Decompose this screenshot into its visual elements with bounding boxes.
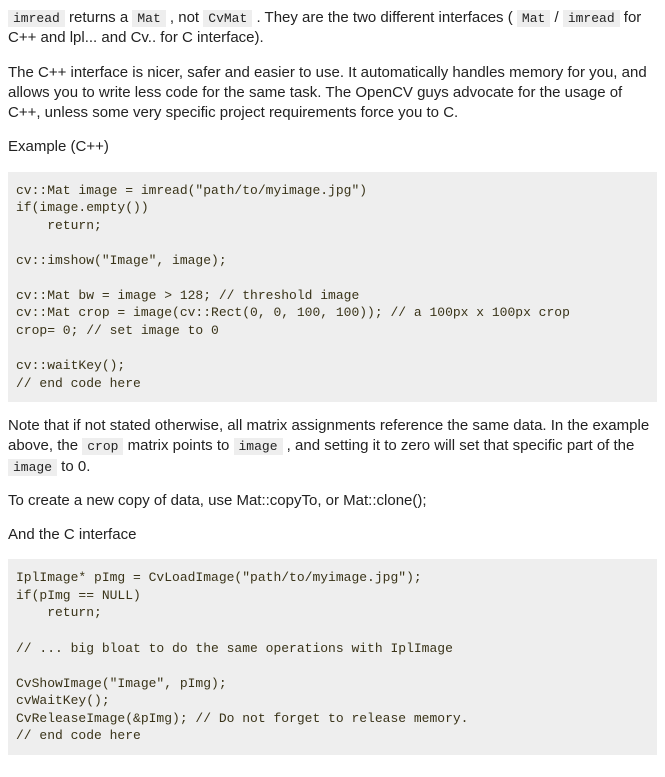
paragraph-example-cpp-label: Example (C++) <box>8 137 657 157</box>
code-block-cpp: cv::Mat image = imread("path/to/myimage.… <box>8 172 657 403</box>
code-inline-imread: imread <box>8 10 65 27</box>
text: , not <box>166 9 204 26</box>
text: matrix points to <box>123 437 233 454</box>
code-inline-cvmat: CvMat <box>203 10 252 27</box>
paragraph-copy: To create a new copy of data, use Mat::c… <box>8 491 657 511</box>
text: . They are the two different interfaces … <box>252 9 517 26</box>
code-inline-image: image <box>234 438 283 455</box>
code-inline-imread2: imread <box>563 10 620 27</box>
paragraph-note: Note that if not stated otherwise, all m… <box>8 416 657 477</box>
code-inline-mat2: Mat <box>517 10 550 27</box>
paragraph-c-label: And the C interface <box>8 525 657 545</box>
text: to 0. <box>57 458 90 475</box>
paragraph-cpp-desc: The C++ interface is nicer, safer and ea… <box>8 63 657 124</box>
code-inline-mat: Mat <box>132 10 165 27</box>
text: returns a <box>65 9 133 26</box>
code-inline-image2: image <box>8 459 57 476</box>
text: , and setting it to zero will set that s… <box>283 437 635 454</box>
code-inline-crop: crop <box>82 438 123 455</box>
paragraph-intro: imread returns a Mat , not CvMat . They … <box>8 8 657 49</box>
code-block-c: IplImage* pImg = CvLoadImage("path/to/my… <box>8 559 657 754</box>
text: / <box>550 9 563 26</box>
